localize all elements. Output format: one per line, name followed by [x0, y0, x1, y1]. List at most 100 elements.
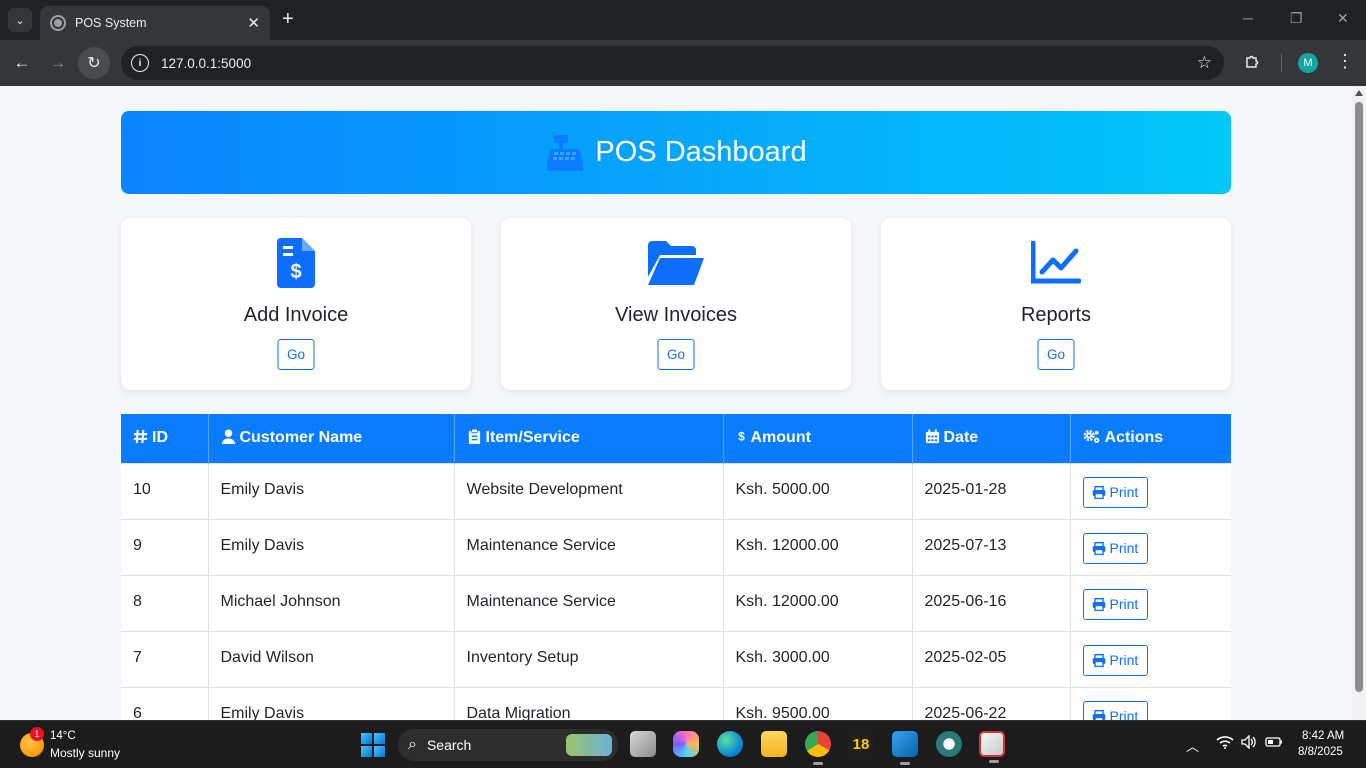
search-highlight-image [566, 734, 612, 756]
cell-date: 2025-06-16 [912, 574, 1071, 631]
print-button[interactable]: Print [1082, 532, 1148, 564]
print-button-label: Print [1109, 596, 1139, 612]
forward-arrow-icon[interactable]: → [46, 51, 70, 75]
print-icon [1092, 541, 1105, 555]
column-header-item[interactable]: Item/Service [454, 414, 724, 463]
cell-amount: Ksh. 5000.00 [723, 462, 913, 519]
table-row: 6 Emily Davis Data Migration Ksh. 9500.00 20… [121, 686, 1231, 720]
browser-titlebar: ⌄ POS System ✕ + ─ ❐ ✕ [0, 0, 1366, 40]
tab-close-icon[interactable]: ✕ [247, 14, 260, 32]
print-button-label: Print [1109, 484, 1139, 500]
print-button[interactable]: Print [1082, 700, 1148, 720]
back-arrow-icon[interactable]: ← [10, 51, 34, 75]
page-scrollbar[interactable] [1352, 86, 1366, 720]
battery-icon[interactable] [1265, 735, 1283, 751]
cell-id: 7 [121, 630, 209, 687]
windows-start-icon[interactable] [361, 733, 385, 757]
column-header-date[interactable]: Date [912, 414, 1071, 463]
clock-date[interactable]: 8/8/2025 [1298, 746, 1343, 758]
cell-actions: Print [1070, 518, 1231, 575]
print-button-label: Print [1109, 540, 1139, 556]
weather-temperature[interactable]: 14°C [50, 730, 76, 742]
svg-text:$: $ [290, 261, 301, 283]
cell-date: 2025-01-28 [912, 462, 1071, 519]
scrollbar-thumb[interactable] [1355, 102, 1363, 692]
url-text[interactable]: 127.0.0.1:5000 [161, 56, 251, 71]
table-row: 7 David Wilson Inventory Setup Ksh. 3000.00… [121, 630, 1231, 687]
github-desktop-icon[interactable] [936, 731, 962, 757]
print-icon [1092, 653, 1105, 667]
weather-description[interactable]: Mostly sunny [50, 746, 120, 760]
card-title: Add Invoice [243, 304, 349, 326]
print-button[interactable]: Print [1082, 588, 1148, 620]
window-close-icon[interactable]: ✕ [1337, 10, 1349, 27]
bookmark-star-icon[interactable]: ☆ [1197, 53, 1212, 73]
invoices-table: ID Customer Name Item/Service $ Amount Da… [121, 414, 1231, 720]
weather-notification-badge: 1 [30, 727, 44, 741]
print-icon [1092, 485, 1105, 499]
browser-menu-icon[interactable]: ⋮ [1336, 51, 1354, 72]
column-header-actions[interactable]: Actions [1070, 414, 1231, 463]
cell-customer: David Wilson [208, 630, 455, 687]
column-header-id[interactable]: ID [121, 414, 209, 463]
column-header-customer[interactable]: Customer Name [208, 414, 455, 463]
reload-icon[interactable]: ↻ [78, 47, 110, 79]
cell-id: 9 [121, 518, 209, 575]
globe-icon [50, 15, 66, 31]
minimize-icon[interactable]: ─ [1243, 10, 1253, 26]
cash-register-icon [547, 134, 584, 171]
dashboard-header: POS Dashboard [121, 111, 1231, 194]
scroll-up-arrow-icon[interactable] [1355, 90, 1363, 96]
cell-amount: Ksh. 12000.00 [723, 518, 913, 575]
wifi-icon[interactable] [1216, 735, 1234, 752]
view-invoices-go-button[interactable]: Go [657, 339, 695, 370]
tray-overflow-chevron-icon[interactable]: ︿ [1186, 736, 1199, 755]
cell-item: Maintenance Service [454, 574, 724, 631]
news-app-icon[interactable]: 18 [848, 731, 874, 757]
chrome-browser-icon[interactable] [805, 731, 831, 765]
print-button-label: Print [1109, 652, 1139, 668]
extensions-puzzle-icon[interactable] [1244, 52, 1262, 75]
cell-item: Data Migration [454, 686, 724, 720]
volume-icon[interactable] [1241, 734, 1257, 752]
file-explorer-icon[interactable] [761, 731, 787, 757]
cell-actions: Print [1070, 462, 1231, 519]
card-title: View Invoices [615, 304, 737, 326]
card-title: Reports [1020, 304, 1092, 326]
add-invoice-go-button[interactable]: Go [277, 339, 315, 370]
cell-date: 2025-02-05 [912, 630, 1071, 687]
table-row: 8 Michael Johnson Maintenance Service Ksh. … [121, 574, 1231, 631]
toolbar-divider [1281, 54, 1282, 72]
clock-time[interactable]: 8:42 AM [1302, 730, 1344, 742]
cell-item: Maintenance Service [454, 518, 724, 575]
snipping-tool-icon[interactable] [979, 731, 1005, 763]
svg-text:$: $ [738, 431, 745, 444]
browser-tab[interactable]: POS System ✕ [40, 6, 270, 40]
profile-avatar[interactable]: M [1298, 53, 1318, 73]
edge-browser-icon[interactable] [717, 731, 743, 757]
taskbar-search[interactable]: ⌕ Search [398, 729, 618, 761]
print-button[interactable]: Print [1082, 644, 1148, 676]
print-icon [1092, 597, 1105, 611]
folder-open-icon [646, 238, 706, 288]
copilot-icon[interactable] [673, 731, 699, 757]
cell-date: 2025-07-13 [912, 518, 1071, 575]
print-button[interactable]: Print [1082, 476, 1148, 508]
cell-item: Inventory Setup [454, 630, 724, 687]
tab-search-button[interactable]: ⌄ [8, 8, 32, 32]
windows-taskbar: 1 14°C Mostly sunny ⌕ Search 18 ︿ 8:42 A… [0, 720, 1366, 768]
new-tab-button[interactable]: + [282, 9, 294, 29]
address-bar[interactable]: i 127.0.0.1:5000 ☆ [121, 46, 1224, 80]
reports-go-button[interactable]: Go [1037, 339, 1075, 370]
cell-actions: Print [1070, 630, 1231, 687]
vscode-icon[interactable] [892, 731, 918, 765]
site-info-icon[interactable]: i [131, 54, 149, 72]
card-add-invoice: $ Add Invoice Go [121, 218, 471, 390]
cell-customer: Michael Johnson [208, 574, 455, 631]
column-header-amount[interactable]: $ Amount [723, 414, 913, 463]
print-icon [1092, 709, 1105, 720]
search-label: Search [426, 737, 472, 753]
cell-customer: Emily Davis [208, 462, 455, 519]
task-view-icon[interactable] [630, 731, 656, 757]
restore-icon[interactable]: ❐ [1290, 10, 1303, 27]
